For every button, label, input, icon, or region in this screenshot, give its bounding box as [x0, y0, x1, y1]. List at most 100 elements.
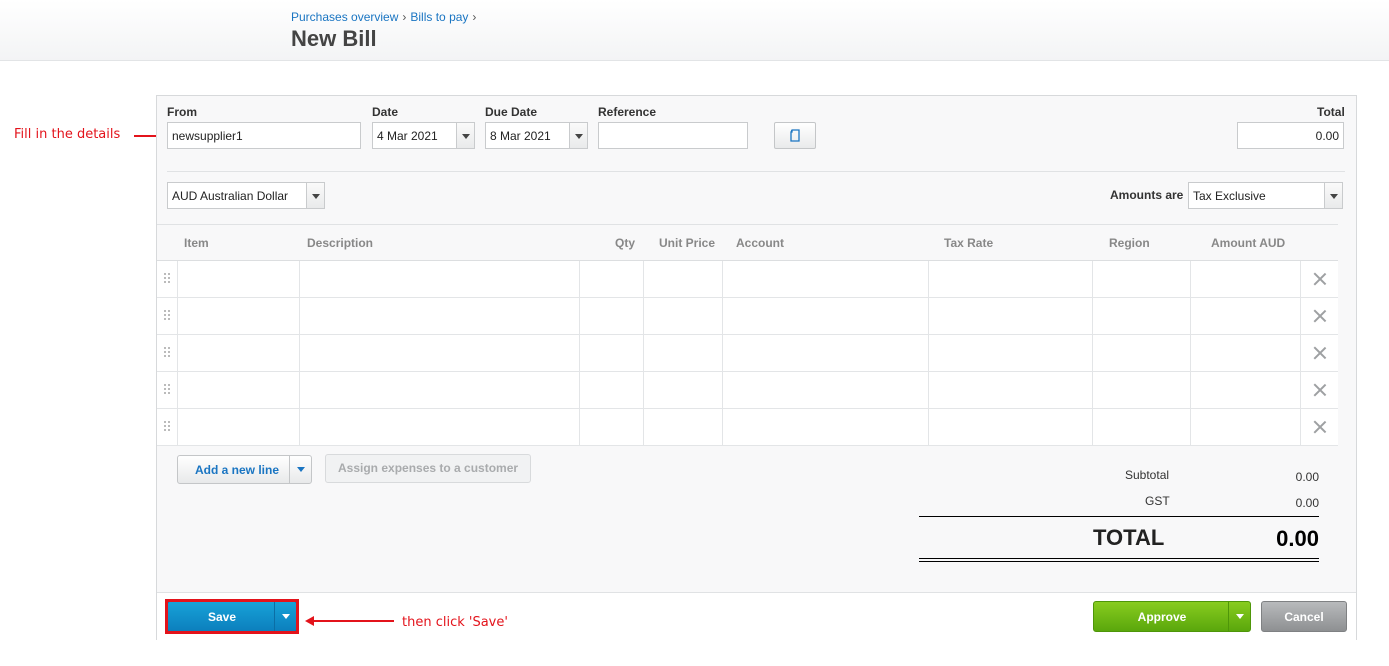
amounts-are-value: Tax Exclusive: [1193, 189, 1266, 203]
total-value-large: 0.00: [1276, 526, 1319, 551]
table-cell[interactable]: [928, 372, 1092, 408]
page-title: New Bill: [291, 26, 377, 51]
total-label: Total: [1317, 105, 1345, 119]
copy-button[interactable]: [774, 122, 816, 149]
due-date-label: Due Date: [485, 105, 538, 119]
chevron-down-icon: [462, 134, 470, 139]
table-cell[interactable]: [579, 409, 643, 445]
currency-dropdown-button[interactable]: [306, 183, 324, 208]
table-cell[interactable]: [928, 261, 1092, 297]
table-cell[interactable]: [299, 409, 579, 445]
bill-form-panel: From newsupplier1 Date 4 Mar 2021 Due Da…: [156, 95, 1357, 640]
table-cell[interactable]: [177, 261, 299, 297]
table-cell[interactable]: [1190, 335, 1300, 371]
annotation-click-save: then click 'Save': [402, 615, 508, 630]
table-cell[interactable]: [722, 335, 928, 371]
drag-handle-icon[interactable]: [164, 310, 172, 322]
divider: [167, 171, 1345, 172]
annotation-arrow: [134, 135, 156, 137]
table-body: [157, 261, 1338, 446]
table-cell[interactable]: [177, 298, 299, 334]
date-dropdown-button[interactable]: [456, 123, 474, 148]
table-cell[interactable]: [1190, 298, 1300, 334]
column-header-item: Item: [184, 236, 209, 250]
due-date-dropdown-button[interactable]: [569, 123, 587, 148]
total-label-large: TOTAL: [1093, 525, 1165, 550]
table-cell[interactable]: [643, 261, 722, 297]
due-date-picker[interactable]: 8 Mar 2021: [485, 122, 588, 149]
annotation-fill-details: Fill in the details: [14, 127, 121, 142]
table-cell[interactable]: [1092, 409, 1190, 445]
table-cell[interactable]: [299, 335, 579, 371]
date-label: Date: [372, 105, 399, 119]
table-cell[interactable]: [1190, 409, 1300, 445]
table-cell[interactable]: [643, 335, 722, 371]
table-cell[interactable]: [177, 409, 299, 445]
totals-double-rule: [919, 561, 1319, 562]
currency-select[interactable]: AUD Australian Dollar: [167, 182, 325, 209]
add-line-dropdown-button[interactable]: [289, 456, 311, 483]
table-cell[interactable]: [1092, 261, 1190, 297]
delete-row-icon[interactable]: [1313, 309, 1327, 323]
column-header-description: Description: [307, 236, 374, 250]
table-cell[interactable]: [177, 335, 299, 371]
table-cell[interactable]: [1190, 261, 1300, 297]
table-cell[interactable]: [643, 298, 722, 334]
table-cell[interactable]: [299, 372, 579, 408]
subtotal-label: Subtotal: [1125, 468, 1170, 482]
column-header-unit-price: Unit Price: [659, 236, 716, 250]
approve-dropdown-button[interactable]: [1228, 602, 1250, 631]
delete-row-icon[interactable]: [1313, 272, 1327, 286]
table-cell[interactable]: [722, 372, 928, 408]
table-cell[interactable]: [722, 298, 928, 334]
breadcrumb-separator: ›: [402, 10, 407, 24]
table-cell[interactable]: [579, 372, 643, 408]
drag-handle-icon[interactable]: [164, 421, 172, 433]
delete-row-icon[interactable]: [1313, 346, 1327, 360]
breadcrumb-separator: ›: [472, 10, 477, 24]
table-cell[interactable]: [722, 261, 928, 297]
total-field: 0.00: [1237, 122, 1344, 149]
table-cell[interactable]: [579, 261, 643, 297]
breadcrumb-purchases-overview[interactable]: Purchases overview: [291, 10, 398, 24]
table-cell[interactable]: [177, 372, 299, 408]
form-footer: Save Approve Cancel: [157, 592, 1356, 640]
table-cell[interactable]: [643, 409, 722, 445]
cancel-button[interactable]: Cancel: [1261, 601, 1347, 632]
reference-field[interactable]: [598, 122, 748, 149]
approve-button[interactable]: Approve: [1093, 601, 1251, 632]
amounts-are-dropdown-button[interactable]: [1324, 183, 1342, 208]
table-cell[interactable]: [643, 372, 722, 408]
breadcrumb-bills-to-pay[interactable]: Bills to pay: [410, 10, 468, 24]
approve-label: Approve: [1137, 610, 1187, 624]
totals-double-rule: [919, 558, 1319, 559]
breadcrumb: Purchases overview › Bills to pay ›: [291, 10, 480, 24]
amounts-are-select[interactable]: Tax Exclusive: [1188, 182, 1343, 209]
table-cell[interactable]: [722, 409, 928, 445]
assign-expenses-button[interactable]: Assign expenses to a customer: [325, 454, 532, 483]
table-cell[interactable]: [928, 298, 1092, 334]
date-picker[interactable]: 4 Mar 2021: [372, 122, 475, 149]
drag-handle-icon[interactable]: [164, 347, 172, 359]
table-cell[interactable]: [928, 335, 1092, 371]
drag-handle-icon[interactable]: [164, 384, 172, 396]
delete-row-icon[interactable]: [1313, 383, 1327, 397]
add-new-line-button[interactable]: Add a new line: [177, 455, 312, 484]
table-cell[interactable]: [1190, 372, 1300, 408]
add-new-line-label: Add a new line: [195, 463, 280, 477]
table-cell[interactable]: [579, 298, 643, 334]
amounts-are-label: Amounts are: [1110, 188, 1184, 202]
table-cell[interactable]: [579, 335, 643, 371]
page-header: Purchases overview › Bills to pay › New Bil…: [0, 0, 1389, 61]
table-cell[interactable]: [1092, 298, 1190, 334]
table-header: Item Description Qty Unit Price Account …: [157, 225, 1338, 261]
drag-handle-icon[interactable]: [164, 273, 172, 285]
table-cell[interactable]: [928, 409, 1092, 445]
date-value: 4 Mar 2021: [377, 129, 438, 143]
table-cell[interactable]: [1092, 335, 1190, 371]
delete-row-icon[interactable]: [1313, 420, 1327, 434]
from-field[interactable]: newsupplier1: [167, 122, 361, 149]
table-cell[interactable]: [1092, 372, 1190, 408]
table-cell[interactable]: [299, 261, 579, 297]
table-cell[interactable]: [299, 298, 579, 334]
